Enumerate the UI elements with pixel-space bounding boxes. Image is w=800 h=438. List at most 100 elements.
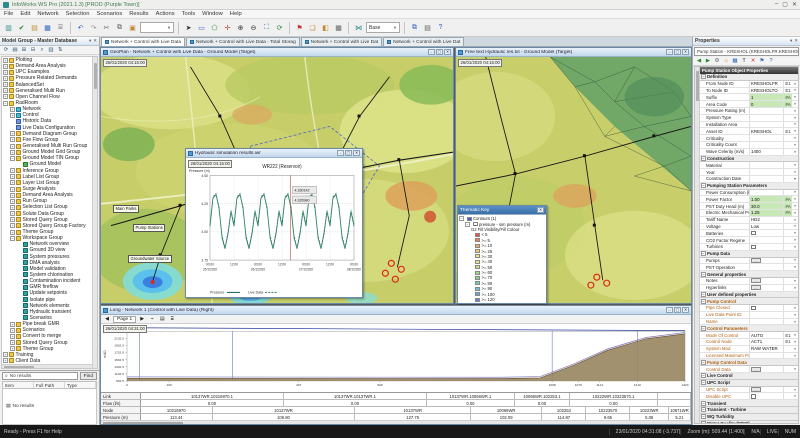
chevron-down-icon[interactable]: ▼: [792, 177, 798, 181]
property-section-pump-data[interactable]: −Pump Data: [700, 251, 798, 258]
select-polygon-icon[interactable]: ⬠: [209, 22, 220, 34]
tree-expander-icon[interactable]: +: [3, 58, 8, 63]
property-value[interactable]: [749, 122, 783, 128]
property-section-upc-script[interactable]: −UPC Script: [700, 380, 798, 387]
section-expander-icon[interactable]: −: [701, 251, 706, 256]
property-row[interactable]: System ModRAW WATER▾: [700, 346, 798, 353]
results-graph-window[interactable]: Hydraulic simulation results.iwr – ▢ ✕ 2…: [185, 148, 363, 298]
property-value[interactable]: ...: [749, 258, 783, 264]
refresh-icon[interactable]: ⟳: [274, 22, 285, 34]
tree-columns-icon[interactable]: ▥: [47, 46, 55, 54]
property-row[interactable]: Batteries▾: [700, 230, 798, 237]
property-row[interactable]: Year▾: [700, 169, 798, 176]
property-section-pump-control-data[interactable]: −Pump Control Data: [700, 359, 798, 366]
thematic-key-window[interactable]: Thematic Key ✕ −Contours (1)−◔pressure -…: [457, 205, 547, 304]
prop-flag-icon[interactable]: ⚑: [758, 57, 766, 65]
property-flag[interactable]: [783, 353, 792, 359]
freetext-minimize-button[interactable]: –: [666, 49, 673, 55]
page-next-icon[interactable]: ▶: [138, 315, 146, 323]
tree-collapse-icon[interactable]: ⊟: [29, 46, 37, 54]
property-flag[interactable]: [783, 135, 792, 141]
section-expander-icon[interactable]: −: [701, 373, 706, 378]
results-graph-titlebar[interactable]: Hydraulic simulation results.iwr – ▢ ✕: [186, 149, 362, 158]
pressure-time-series-chart[interactable]: WR222 (Reservoir)Pressure (m)3.754.004.2…: [186, 158, 362, 297]
property-flag[interactable]: E1: [783, 128, 792, 134]
freetext-close-button[interactable]: ✕: [682, 49, 689, 55]
chevron-down-icon[interactable]: ▾: [792, 150, 798, 154]
property-flag[interactable]: [783, 115, 792, 121]
open-grid-button[interactable]: ...: [751, 367, 761, 372]
section-print-icon[interactable]: ⌸: [168, 315, 176, 323]
menu-scenarios[interactable]: Scenarios: [96, 11, 122, 17]
chevron-down-icon[interactable]: ▾: [792, 238, 798, 242]
property-section-water-quality-wsq-[interactable]: −Water Quality (WSQ): [700, 421, 798, 424]
tree-expander-icon[interactable]: +: [3, 94, 8, 99]
properties-pin-icon[interactable]: ▾: [790, 38, 792, 44]
tree-properties-icon[interactable]: ▤: [11, 46, 19, 54]
property-value[interactable]: [749, 115, 783, 121]
section-expander-icon[interactable]: −: [701, 299, 706, 304]
chevron-down-icon[interactable]: ▾: [792, 224, 798, 228]
property-value[interactable]: [749, 393, 783, 399]
property-row[interactable]: UPC Script...▾: [700, 387, 798, 394]
window-list-icon[interactable]: ▤: [422, 22, 433, 34]
chevron-down-icon[interactable]: ▾: [792, 347, 798, 351]
join-icon[interactable]: ⋈: [353, 22, 364, 34]
section-export-icon[interactable]: ▤: [158, 315, 166, 323]
chevron-down-icon[interactable]: ▾: [792, 265, 798, 269]
property-row[interactable]: Criticality Count▾: [700, 142, 798, 149]
property-value[interactable]: ...: [749, 387, 783, 393]
explorer-close-icon[interactable]: ✕: [93, 38, 97, 44]
tree-expander-icon[interactable]: +: [10, 217, 15, 222]
property-flag[interactable]: [783, 217, 792, 223]
property-flag[interactable]: [783, 122, 792, 128]
menu-edit[interactable]: Edit: [20, 11, 30, 17]
document-tab-1[interactable]: Network + Control with Live Data: [101, 37, 185, 46]
explorer-pin-icon[interactable]: ▾: [89, 38, 91, 44]
document-tab-4[interactable]: Network + Control with Live Dat: [383, 37, 464, 46]
menu-results[interactable]: Results: [129, 11, 148, 17]
find-button[interactable]: Find: [80, 372, 97, 380]
open-grid-button[interactable]: ...: [751, 387, 761, 392]
property-value[interactable]: [749, 244, 783, 250]
tree-refresh-icon[interactable]: ⟳: [2, 46, 10, 54]
checkbox[interactable]: [751, 306, 756, 311]
tree-expander-icon[interactable]: +: [10, 168, 15, 173]
property-row[interactable]: PST Duty Head (m)30.0#A▾: [700, 203, 798, 210]
section-expander-icon[interactable]: −: [701, 74, 706, 79]
property-row[interactable]: Power Consumption (kWh)▾: [700, 190, 798, 197]
chevron-down-icon[interactable]: ▾: [792, 95, 798, 99]
property-value[interactable]: [749, 264, 783, 270]
geoplan-restore-button[interactable]: ▢: [436, 49, 443, 55]
graph-restore-button[interactable]: ▢: [345, 150, 352, 156]
property-value[interactable]: AUTO: [749, 332, 783, 338]
page-prev-icon[interactable]: ◀: [103, 315, 111, 323]
property-row[interactable]: System Type▾: [700, 115, 798, 122]
minimize-button[interactable]: –: [775, 1, 778, 8]
search-column-item[interactable]: Item: [3, 382, 34, 388]
checkbox[interactable]: [751, 231, 756, 236]
chevron-down-icon[interactable]: ▾: [792, 82, 798, 86]
theme-icon[interactable]: ◧: [320, 22, 331, 34]
tree-expander-icon[interactable]: +: [10, 187, 15, 192]
chevron-down-icon[interactable]: ▾: [792, 333, 798, 337]
property-row[interactable]: VoltageLow▾: [700, 224, 798, 231]
paste-icon[interactable]: ▣: [127, 22, 138, 34]
tree-expander-icon[interactable]: +: [10, 230, 15, 235]
property-value[interactable]: ACT1: [749, 339, 783, 345]
chevron-down-icon[interactable]: ▾: [792, 218, 798, 222]
property-row[interactable]: Construction Date▼: [700, 176, 798, 183]
property-value[interactable]: KRESHOLTO: [749, 88, 783, 94]
menu-tools[interactable]: Tools: [182, 11, 196, 17]
chevron-down-icon[interactable]: ▾: [792, 204, 798, 208]
property-row[interactable]: Disable UPC▾: [700, 393, 798, 400]
property-row[interactable]: Criticality▾: [700, 135, 798, 142]
section-expander-icon[interactable]: −: [701, 272, 706, 277]
property-flag[interactable]: [783, 169, 792, 175]
chevron-down-icon[interactable]: ▾: [792, 170, 798, 174]
geoplan-minimize-button[interactable]: –: [428, 49, 435, 55]
tree-expander-icon[interactable]: +: [10, 211, 15, 216]
section-restore-button[interactable]: ▢: [674, 307, 681, 313]
long-section-profile-chart[interactable]: m AD2432.52332.52132.51932.51732.51532.5…: [101, 324, 691, 392]
property-row[interactable]: CO2 Factor Regime▾: [700, 237, 798, 244]
